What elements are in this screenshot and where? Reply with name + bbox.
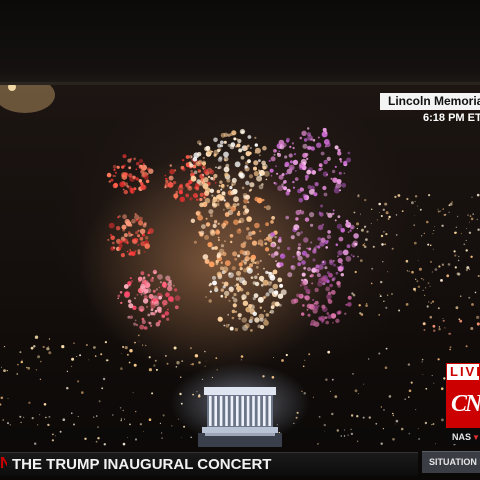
ticker-symbol: NAS [452,432,472,442]
lower-third-banner: N THE TRUMP INAUGURAL CONCERT [0,452,418,476]
tv-bezel-top [0,0,480,84]
show-name-label: SITUATION ROOM [429,457,480,467]
show-name-bug: SITUATION ROOM [422,451,480,473]
live-badge: LIVE [446,363,480,381]
cnn-logo-text: CNN [451,391,480,417]
network-logo: CNN [446,381,480,428]
live-label: LIVE [450,364,479,379]
broadcast-time: 6:18 PM ET [423,112,480,124]
lower-third-title: THE TRUMP INAUGURAL CONCERT [12,456,272,473]
lincoln-memorial-building [198,387,282,447]
stock-ticker: NAS▼ [446,430,480,444]
location-label: Lincoln Memorial [388,94,480,108]
location-bug: Lincoln Memorial [380,93,480,110]
fireworks-night-sky [0,85,480,480]
ticker-symbol-row: NAS▼ [452,431,480,444]
tv-bezel-bottom [0,476,480,480]
fireworks-scene [0,85,480,480]
lower-third-logo-fragment: N [0,455,7,473]
down-arrow-icon: ▼ [472,433,480,442]
tv-frame: Lincoln Memorial 6:18 PM ET LIVE CNN NAS… [0,0,480,480]
